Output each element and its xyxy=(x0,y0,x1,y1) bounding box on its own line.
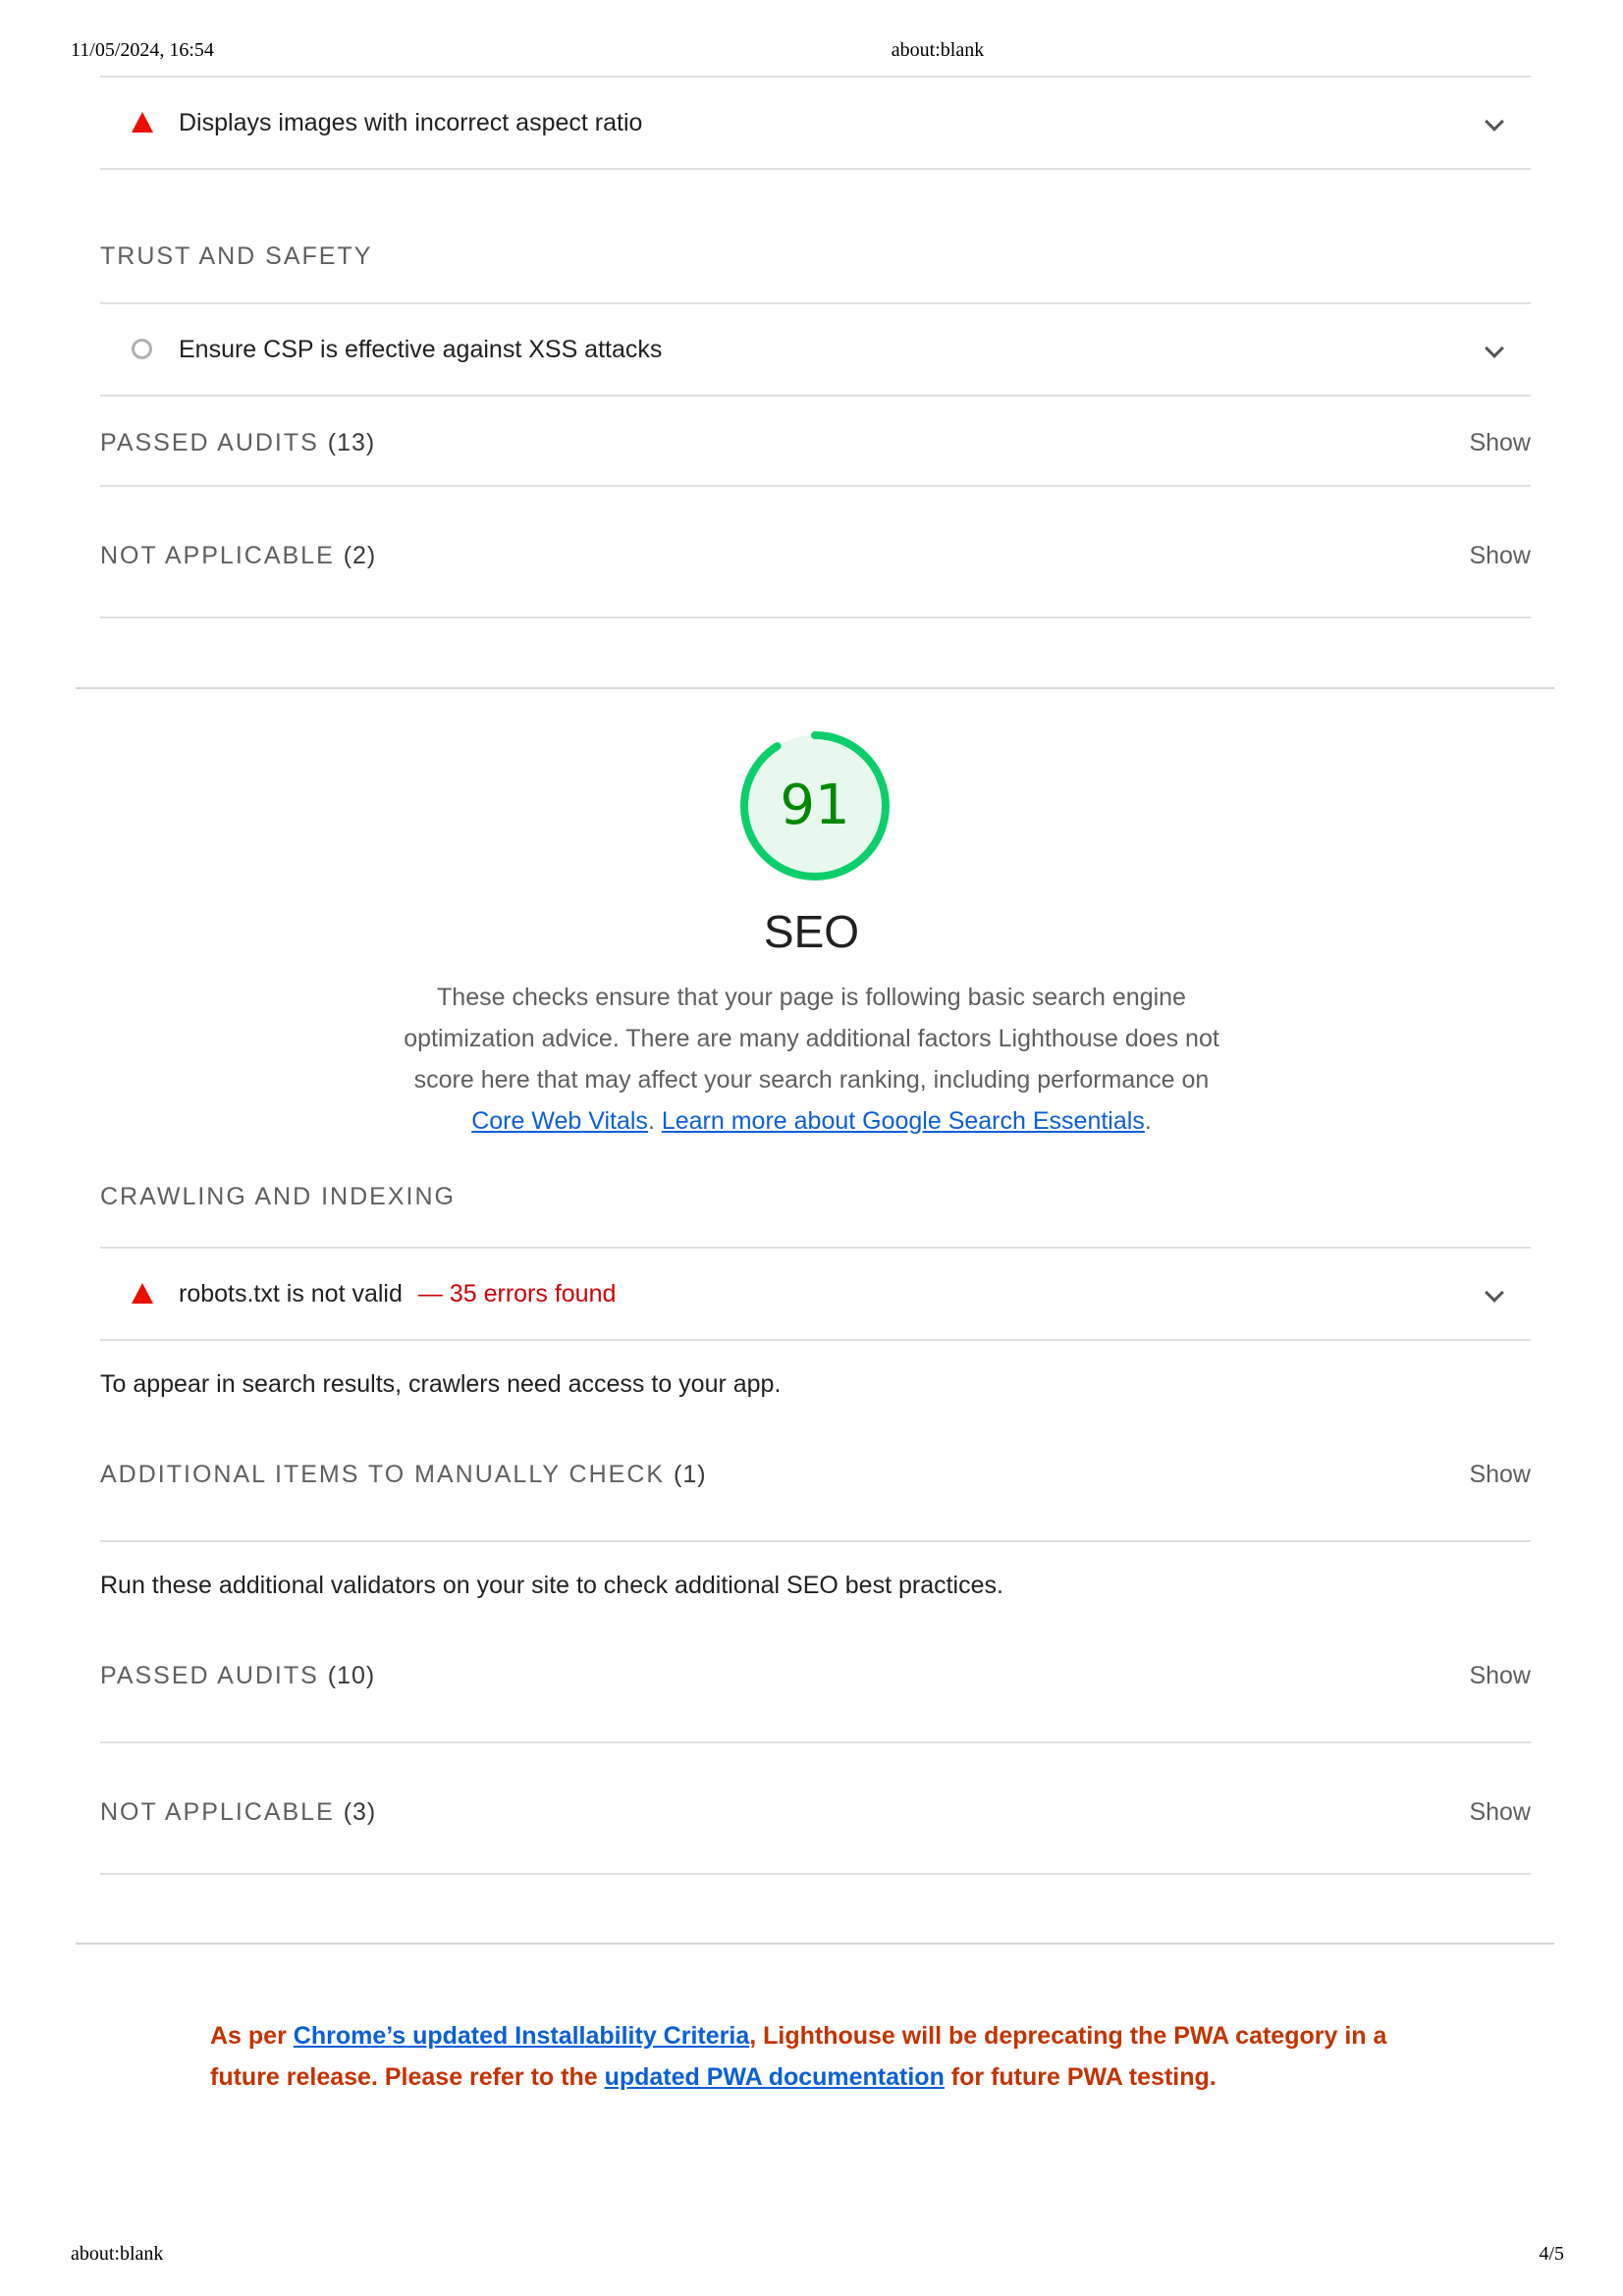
audit-title: Ensure CSP is effective against XSS atta… xyxy=(179,335,663,363)
chevron-down-icon[interactable] xyxy=(1485,339,1504,358)
show-toggle[interactable]: Show xyxy=(1469,1662,1531,1690)
fail-triangle-icon xyxy=(130,111,155,134)
group-trust-and-safety: TRUST AND SAFETY xyxy=(100,170,1531,302)
audit-robots-txt[interactable]: robots.txt is not valid — 35 errors found xyxy=(100,1247,1531,1341)
audit-csp-xss[interactable]: Ensure CSP is effective against XSS atta… xyxy=(100,302,1531,397)
clump-passed-audits[interactable]: PASSED AUDITS (13) Show xyxy=(100,397,1531,487)
clump-title: NOT APPLICABLE (2) xyxy=(100,542,377,569)
group-crawling-indexing: CRAWLING AND INDEXING xyxy=(100,1153,1531,1247)
group-description: To appear in search results, crawlers ne… xyxy=(100,1370,782,1398)
link-installability-criteria[interactable]: Chrome’s updated Installability Criteria xyxy=(294,2022,749,2050)
print-header: 11/05/2024, 16:54 about:blank xyxy=(0,39,1623,65)
pwa-deprecation-notice: As per Chrome’s updated Installability C… xyxy=(210,2022,1387,2091)
seo-audits: CRAWLING AND INDEXING robots.txt is not … xyxy=(100,1153,1531,1875)
seo-score-value: 91 xyxy=(780,774,850,837)
clump-not-applicable[interactable]: NOT APPLICABLE (2) Show xyxy=(100,487,1531,618)
show-toggle[interactable]: Show xyxy=(1469,429,1531,457)
audit-title: robots.txt is not valid — 35 errors found xyxy=(179,1279,617,1308)
fail-triangle-icon xyxy=(130,1282,155,1306)
print-url: about:blank xyxy=(71,2243,164,2265)
clump-title: ADDITIONAL ITEMS TO MANUALLY CHECK (1) xyxy=(100,1461,707,1488)
print-page-number: 4/5 xyxy=(1539,2243,1564,2265)
section-divider xyxy=(76,687,1554,689)
clump-not-applicable[interactable]: NOT APPLICABLE (3) Show xyxy=(100,1743,1531,1875)
group-title: TRUST AND SAFETY xyxy=(100,242,373,270)
informative-circle-icon xyxy=(130,338,155,361)
clump-manual-checks[interactable]: ADDITIONAL ITEMS TO MANUALLY CHECK (1) S… xyxy=(100,1410,1531,1542)
clump-title: PASSED AUDITS (10) xyxy=(100,1662,376,1689)
chevron-down-icon[interactable] xyxy=(1485,112,1504,132)
clump-title: NOT APPLICABLE (3) xyxy=(100,1798,377,1826)
show-toggle[interactable]: Show xyxy=(1469,1461,1531,1489)
print-page-title: about:blank xyxy=(891,39,985,61)
seo-score-gauge[interactable]: 91 xyxy=(732,723,897,888)
clump-description: Run these additional validators on your … xyxy=(100,1572,1003,1599)
show-toggle[interactable]: Show xyxy=(1469,1798,1531,1827)
link-core-web-vitals[interactable]: Core Web Vitals xyxy=(471,1107,648,1135)
audit-image-aspect-ratio[interactable]: Displays images with incorrect aspect ra… xyxy=(100,76,1531,170)
audit-title: Displays images with incorrect aspect ra… xyxy=(179,108,643,136)
clump-title: PASSED AUDITS (13) xyxy=(100,429,376,456)
chevron-down-icon[interactable] xyxy=(1485,1283,1504,1303)
section-divider xyxy=(76,1943,1554,1945)
clump-passed-audits[interactable]: PASSED AUDITS (10) Show xyxy=(100,1611,1531,1743)
link-search-essentials[interactable]: Learn more about Google Search Essential… xyxy=(662,1107,1145,1135)
category-title: SEO xyxy=(763,906,860,957)
category-description: These checks ensure that your page is fo… xyxy=(404,984,1219,1135)
link-pwa-documentation[interactable]: updated PWA documentation xyxy=(605,2063,945,2091)
group-title: CRAWLING AND INDEXING xyxy=(100,1183,456,1210)
show-toggle[interactable]: Show xyxy=(1469,542,1531,570)
audit-error-count: — 35 errors found xyxy=(417,1279,617,1308)
report-content: Displays images with incorrect aspect ra… xyxy=(100,76,1531,618)
print-footer: about:blank 4/5 xyxy=(0,2243,1623,2269)
